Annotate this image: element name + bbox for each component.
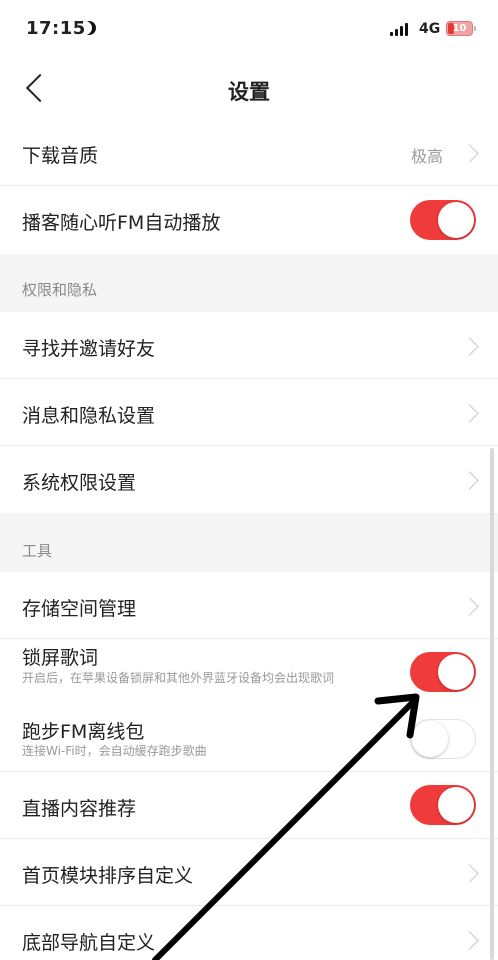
arrow-shaft <box>152 699 416 960</box>
annotation-arrow-icon <box>152 693 420 960</box>
